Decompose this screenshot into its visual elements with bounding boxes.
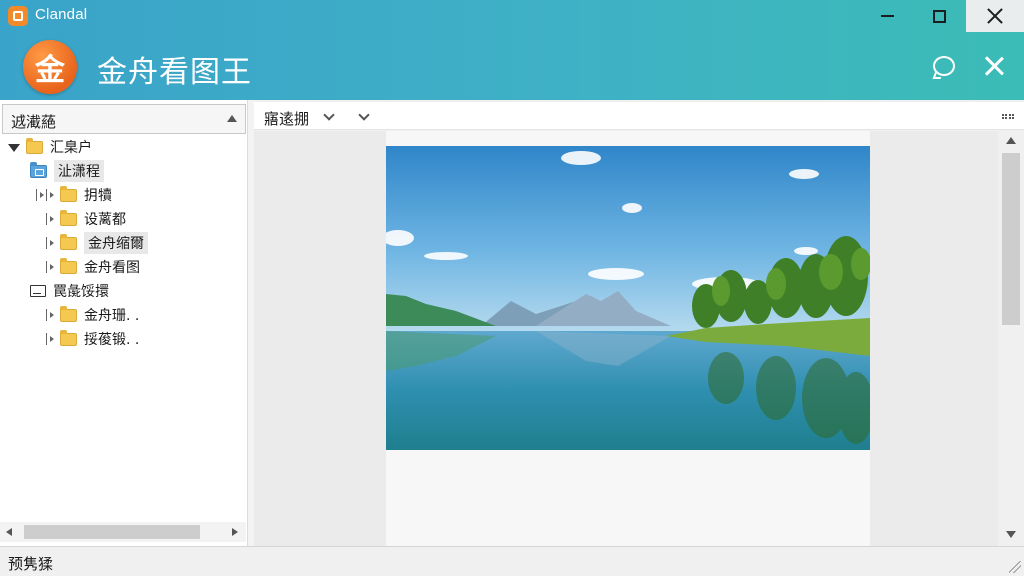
chevron-down-icon[interactable]	[358, 109, 370, 121]
layout-icon[interactable]	[1002, 114, 1014, 119]
title-bar: Clandal	[0, 0, 1024, 32]
view-mode-label[interactable]: 寤逺掤	[264, 108, 309, 129]
expand-icon[interactable]	[36, 189, 44, 201]
folder-icon	[60, 209, 77, 226]
viewer-toolbar: 寤逺掤	[254, 102, 1024, 130]
tree-item[interactable]: 抈犢	[36, 184, 112, 206]
folder-icon	[60, 257, 77, 274]
scrollbar-thumb[interactable]	[24, 525, 200, 539]
image-viewer-panel: 寤逺掤	[254, 100, 1024, 546]
expand-icon[interactable]	[46, 213, 54, 225]
app-icon	[8, 6, 28, 26]
drive-icon	[30, 285, 46, 297]
expand-icon[interactable]	[46, 237, 54, 249]
blue-folder-icon	[30, 161, 47, 178]
scroll-right-icon[interactable]	[232, 528, 238, 536]
tree-item[interactable]: 金舟看图	[46, 256, 140, 278]
maximize-icon	[932, 9, 946, 23]
header-close-button[interactable]	[980, 52, 1008, 80]
expand-icon[interactable]	[46, 333, 54, 345]
scrollbar-thumb[interactable]	[1002, 153, 1020, 325]
minimize-button[interactable]	[858, 0, 916, 32]
chat-icon	[933, 56, 955, 76]
expand-icon[interactable]	[46, 261, 54, 273]
feedback-button[interactable]	[930, 52, 958, 80]
tree-item[interactable]: 汇臬户	[8, 136, 92, 158]
tree-item[interactable]: 挼葰锻. .	[46, 328, 139, 350]
tree-item[interactable]: 沚潇程	[30, 160, 104, 182]
folder-tree-panel: 䢕㵶蕝 汇臬户 沚潇程 抈犢 设蓠都 金舟缩爾 金舟看图 罠彘馁擐 金舟珊. .…	[0, 100, 248, 546]
folder-icon	[60, 305, 77, 322]
tree-item[interactable]: 金舟缩爾	[46, 232, 148, 254]
collapse-icon[interactable]	[227, 115, 237, 122]
scroll-down-icon[interactable]	[1006, 531, 1016, 538]
expand-icon[interactable]	[8, 144, 20, 152]
horizontal-scrollbar[interactable]	[0, 522, 246, 542]
scroll-left-icon[interactable]	[6, 528, 12, 536]
panel-header-label: 䢕㵶蕝	[11, 113, 57, 131]
expand-icon[interactable]	[46, 309, 54, 321]
maximize-button[interactable]	[910, 0, 968, 32]
close-icon	[987, 8, 1003, 24]
folder-icon	[26, 137, 43, 154]
close-icon	[985, 57, 1003, 75]
preview-image[interactable]	[386, 146, 870, 450]
tree-item[interactable]: 金舟珊. .	[46, 304, 139, 326]
app-logo: 金	[23, 40, 77, 94]
status-text: 预隽猱	[8, 555, 54, 573]
folder-icon	[60, 185, 77, 202]
tree-item[interactable]: 设蓠都	[46, 208, 126, 230]
folder-icon	[60, 329, 77, 346]
minimize-icon	[880, 15, 894, 17]
status-bar: 预隽猱	[0, 546, 1024, 576]
scroll-up-icon[interactable]	[1006, 137, 1016, 144]
chevron-down-icon[interactable]	[323, 109, 335, 121]
app-header: 金 金舟看图王	[0, 32, 1024, 100]
app-name: Clandal	[35, 6, 88, 23]
page-title: 金舟看图王	[97, 55, 252, 90]
folder-icon	[60, 233, 77, 250]
resize-grip-icon[interactable]	[1009, 561, 1021, 573]
tree-item[interactable]: 罠彘馁擐	[30, 280, 109, 302]
window-close-button[interactable]	[966, 0, 1024, 32]
panel-header[interactable]: 䢕㵶蕝	[2, 104, 246, 134]
vertical-scrollbar[interactable]	[998, 131, 1024, 546]
